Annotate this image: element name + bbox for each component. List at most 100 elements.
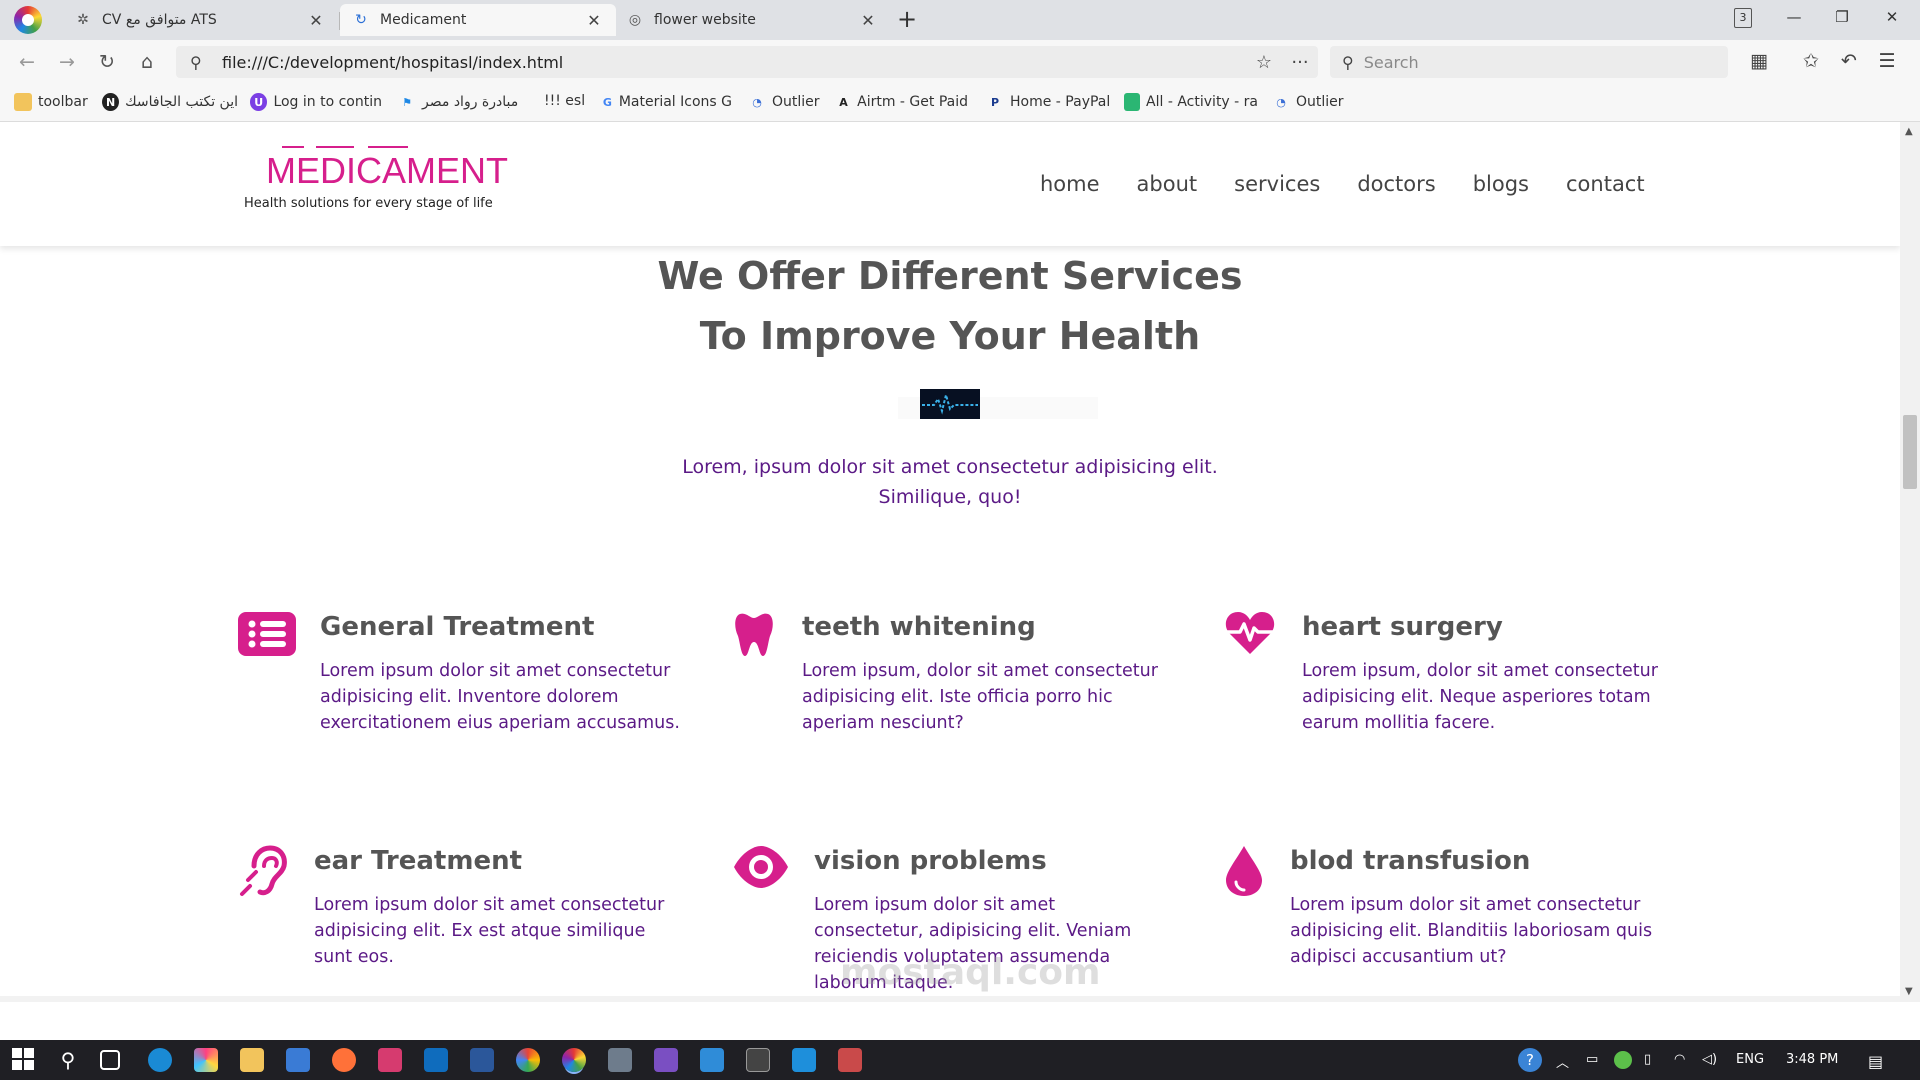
tab-flower-website[interactable]: ◎ flower website ✕ (614, 4, 890, 36)
language-indicator[interactable]: ENG (1736, 1052, 1764, 1067)
watermark: mostaql.com (840, 952, 1101, 993)
bookmark-item[interactable]: ⚑ مبادرة رواد مصر (398, 93, 530, 111)
site-logo[interactable]: MEDICAMENT Health solutions for every st… (244, 146, 508, 222)
bookmark-item[interactable]: ◔ Outlier (1272, 93, 1343, 111)
windows-start-icon[interactable] (12, 1048, 36, 1072)
volume-icon[interactable]: ◁) (1702, 1052, 1717, 1067)
address-bar[interactable]: ⚲ file:///C:/development/hospitasl/index… (176, 46, 1318, 78)
taskbar: ⚲ ? ︿ ▭ ▯ ◠ ◁) ENG 3:48 PM ▤ (0, 1040, 1920, 1080)
paint-icon[interactable] (838, 1048, 862, 1072)
menu-icon[interactable]: ☰ (1874, 50, 1900, 72)
favorites-icon[interactable]: ✩ (1798, 50, 1824, 72)
task-view-icon[interactable] (100, 1050, 120, 1070)
close-icon[interactable]: ✕ (584, 11, 604, 30)
service-card: General Treatment Lorem ipsum dolor sit … (238, 610, 680, 770)
vscode-icon[interactable] (792, 1048, 816, 1072)
service-title: General Treatment (320, 612, 595, 642)
scroll-down-icon[interactable]: ▼ (1905, 986, 1915, 997)
tab-count-button[interactable]: 3 (1734, 8, 1752, 28)
page-scrollbar[interactable]: ▲ ▼ (1900, 122, 1920, 1002)
bookmark-label: toolbar (38, 94, 88, 110)
active-browser-icon[interactable] (562, 1048, 586, 1072)
restore-icon[interactable]: ❐ (1830, 8, 1854, 26)
nav-services[interactable]: services (1234, 172, 1320, 196)
outlook-icon[interactable] (424, 1048, 448, 1072)
bookmark-item[interactable]: ◔ Outlier (748, 93, 819, 111)
bookmark-label: اين تكتب الجافاسك (125, 94, 238, 110)
service-text: Lorem ipsum dolor sit amet consectetur a… (314, 895, 665, 967)
service-text: Lorem ipsum, dolor sit amet consectetur … (1302, 661, 1658, 733)
bookmark-star-icon[interactable]: ☆ (1246, 52, 1282, 73)
more-icon[interactable]: ··· (1282, 52, 1318, 73)
azure-icon[interactable] (700, 1048, 724, 1072)
home-icon[interactable]: ⌂ (134, 50, 160, 76)
section-title-text: We Offer Different Services To Improve Y… (657, 254, 1243, 358)
nav-about[interactable]: about (1137, 172, 1198, 196)
search-icon: ⚲ (190, 52, 202, 72)
device-icon[interactable]: ▯ (1644, 1052, 1651, 1067)
section-subtitle-text: Lorem, ipsum dolor sit amet consectetur … (682, 456, 1218, 508)
reload-icon[interactable]: ↻ (94, 50, 120, 76)
edge-icon[interactable] (148, 1048, 172, 1072)
help-icon[interactable]: ? (1518, 1048, 1542, 1072)
clock[interactable]: 3:48 PM (1786, 1052, 1838, 1067)
bookmark-item[interactable]: !!! esl (544, 93, 585, 109)
store-icon[interactable] (286, 1048, 310, 1072)
eye-icon (732, 844, 792, 904)
browser-logo-icon[interactable] (14, 6, 42, 34)
word-icon[interactable] (470, 1048, 494, 1072)
search-icon: ⚲ (1342, 52, 1354, 72)
terminal-icon[interactable] (746, 1048, 770, 1072)
forward-arrow-icon[interactable]: → (54, 50, 80, 76)
bookmark-toolbar[interactable]: toolbar (14, 93, 88, 111)
nav-doctors[interactable]: doctors (1357, 172, 1435, 196)
new-tab-button[interactable]: + (893, 6, 921, 34)
service-title: vision problems (814, 846, 1047, 876)
nav-home[interactable]: home (1040, 172, 1100, 196)
tab-title: CV متوافق مع ATS (102, 12, 217, 28)
visual-studio-icon[interactable] (654, 1048, 678, 1072)
bookmark-item[interactable]: A Airtm - Get Paid (836, 93, 968, 111)
close-icon[interactable]: ✕ (306, 11, 326, 30)
extensions-grid-icon[interactable]: ▦ (1746, 50, 1772, 72)
scroll-up-icon[interactable]: ▲ (1905, 126, 1915, 137)
outlier-icon: ◔ (752, 95, 762, 109)
battery-icon[interactable]: ▭ (1586, 1052, 1598, 1067)
close-window-icon[interactable]: ✕ (1880, 8, 1904, 26)
bookmark-item[interactable]: All - Activity - ra (1124, 93, 1258, 111)
tab-medicament[interactable]: ↻ Medicament ✕ (340, 4, 616, 36)
bookmark-item[interactable]: P Home - PayPal (986, 93, 1110, 111)
bookmark-label: All - Activity - ra (1146, 94, 1258, 110)
file-explorer-icon[interactable] (240, 1048, 264, 1072)
close-icon[interactable]: ✕ (858, 11, 878, 30)
status-icon[interactable] (1614, 1051, 1632, 1069)
notifications-icon[interactable]: ▤ (1868, 1052, 1883, 1071)
tab-cv-ats[interactable]: ✲ CV متوافق مع ATS ✕ (62, 4, 338, 36)
bookmark-item[interactable]: G Material Icons G (602, 93, 732, 111)
undo-icon[interactable]: ↶ (1836, 50, 1862, 72)
scroll-thumb[interactable] (1903, 415, 1917, 489)
firefox-icon[interactable] (332, 1048, 356, 1072)
heartbeat-icon (1224, 610, 1284, 670)
service-card: ear Treatment Lorem ipsum dolor sit amet… (238, 844, 678, 1002)
wifi-icon[interactable]: ◠ (1674, 1052, 1685, 1067)
minimize-icon[interactable]: — (1782, 8, 1806, 26)
service-card: blod transfusion Lorem ipsum dolor sit a… (1224, 844, 1664, 1002)
bookmark-item[interactable]: U Log in to contin (250, 93, 382, 111)
access-icon[interactable] (378, 1048, 402, 1072)
service-title: ear Treatment (314, 846, 523, 876)
search-icon[interactable]: ⚲ (56, 1048, 80, 1072)
back-arrow-icon[interactable]: ← (14, 50, 40, 76)
bookmark-item[interactable]: N اين تكتب الجافاسك (102, 93, 238, 111)
blood-drop-icon (1224, 844, 1284, 904)
nav-contact[interactable]: contact (1566, 172, 1645, 196)
chevron-up-icon[interactable]: ︿ (1556, 1052, 1569, 1071)
bookmark-label: Home - PayPal (1010, 94, 1111, 110)
nav-blogs[interactable]: blogs (1473, 172, 1529, 196)
google-icon: G (602, 95, 612, 109)
url-text[interactable]: file:///C:/development/hospitasl/index.h… (222, 53, 1246, 72)
copilot-icon[interactable] (194, 1048, 218, 1072)
chrome-icon[interactable] (516, 1048, 540, 1072)
search-input[interactable]: ⚲ Search (1330, 46, 1728, 78)
app-icon[interactable] (608, 1048, 632, 1072)
